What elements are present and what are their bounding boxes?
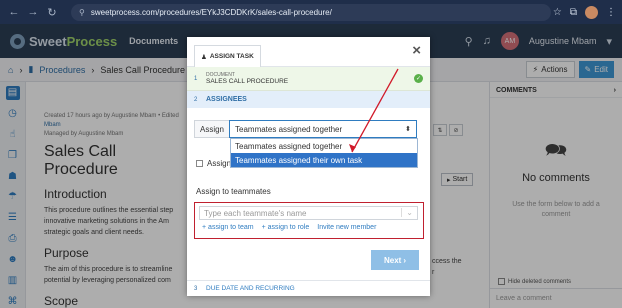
- teammate-links: + assign to team + assign to role Invite…: [202, 224, 376, 231]
- assign-self-checkbox[interactable]: [196, 160, 203, 167]
- teammate-search-input[interactable]: Type each teammate's name ⌄: [199, 206, 418, 220]
- reload-icon[interactable]: ↻: [44, 4, 60, 20]
- browser-profile-avatar[interactable]: [585, 5, 598, 19]
- forward-icon[interactable]: →: [25, 4, 41, 20]
- bookmark-star-icon[interactable]: ☆: [553, 7, 562, 18]
- assign-to-team-link[interactable]: + assign to team: [202, 224, 254, 231]
- assign-self-option[interactable]: Assign: [196, 159, 231, 168]
- extensions-icon[interactable]: ⧉: [570, 7, 577, 18]
- chevron-down-icon[interactable]: ⌄: [401, 208, 413, 217]
- check-circle-icon: ✓: [414, 74, 423, 83]
- site-info-icon[interactable]: ⚲: [79, 8, 85, 17]
- back-icon[interactable]: ←: [6, 4, 22, 20]
- invite-new-member-link[interactable]: Invite new member: [317, 224, 376, 231]
- assign-to-role-link[interactable]: + assign to role: [262, 224, 310, 231]
- teammate-assign-section: Type each teammate's name ⌄ + assign to …: [194, 202, 424, 239]
- user-icon: ♟: [201, 53, 207, 61]
- step-assignees: 2 ASSIGNEES: [187, 91, 430, 108]
- step-number: 2: [194, 96, 198, 103]
- assign-mode-dropdown: Teammates assigned together Teammates as…: [230, 138, 418, 168]
- next-button[interactable]: Next ›: [371, 250, 419, 270]
- address-bar[interactable]: ⚲ sweetprocess.com/procedures/EYkJ3CDDKr…: [71, 3, 551, 21]
- select-caret-icon: ⬍: [405, 126, 411, 133]
- browser-menu-icon[interactable]: ⋮: [606, 7, 616, 18]
- close-icon[interactable]: ×: [412, 43, 421, 58]
- step-number: 3: [194, 285, 198, 292]
- dropdown-option[interactable]: Teammates assigned together: [231, 139, 417, 153]
- step-due-date-title: DUE DATE AND RECURRING: [206, 285, 295, 292]
- url-text: sweetprocess.com/procedures/EYkJ3CDDKrK/…: [90, 7, 332, 17]
- step-due-date[interactable]: 3 DUE DATE AND RECURRING: [187, 280, 430, 296]
- assign-teammates-label: Assign to teammates: [196, 187, 271, 196]
- step-assignees-title: ASSIGNEES: [206, 96, 247, 103]
- dropdown-option-selected[interactable]: Teammates assigned their own task: [231, 153, 417, 167]
- modal-header: ♟ ASSIGN TASK ×: [187, 37, 430, 67]
- assign-mode-label: Assign: [194, 120, 229, 138]
- assign-mode-select[interactable]: Teammates assigned together ⬍: [229, 120, 417, 138]
- step-document[interactable]: 1 DOCUMENT SALES CALL PROCEDURE ✓: [187, 67, 430, 91]
- tab-assign-task[interactable]: ♟ ASSIGN TASK: [194, 45, 261, 67]
- chevron-right-icon: ›: [403, 255, 406, 265]
- browser-toolbar: ← → ↻ ⚲ sweetprocess.com/procedures/EYkJ…: [0, 0, 622, 24]
- assign-mode-row: Assign Teammates assigned together ⬍: [194, 120, 417, 138]
- step-document-title: SALES CALL PROCEDURE: [206, 78, 289, 85]
- step-number: 1: [194, 75, 198, 82]
